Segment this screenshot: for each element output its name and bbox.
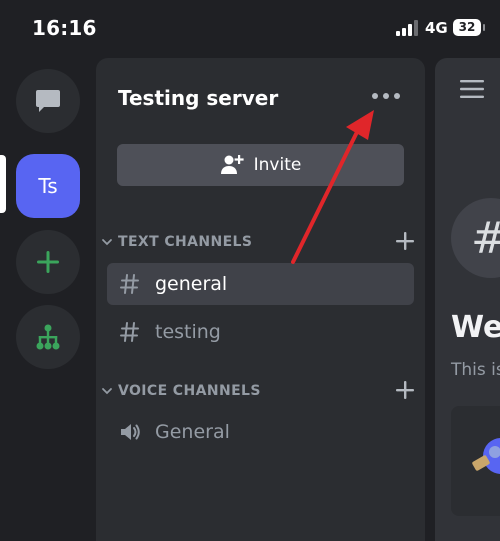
hashtag-icon [120, 322, 139, 342]
category-text-channels[interactable]: TEXT CHANNELS [100, 232, 420, 252]
category-voice-channels[interactable]: VOICE CHANNELS [100, 381, 420, 401]
category-label: TEXT CHANNELS [118, 234, 253, 250]
voice-channel-general[interactable]: General [107, 411, 414, 453]
status-bar: 16:16 4G 32 [0, 0, 500, 58]
plus-icon [37, 251, 59, 273]
welcome-card[interactable] [451, 406, 500, 516]
server-name[interactable]: Testing server [118, 86, 278, 110]
direct-messages-button[interactable] [16, 69, 80, 133]
category-label: VOICE CHANNELS [118, 383, 261, 399]
hierarchy-icon [36, 324, 60, 350]
explore-servers-button[interactable] [16, 305, 80, 369]
server-options-button[interactable] [372, 88, 400, 104]
menu-icon[interactable] [460, 80, 484, 98]
welcome-subtitle: This is your brand new, shiny server. [451, 360, 500, 380]
add-channel-icon[interactable] [394, 230, 416, 252]
server-icon-testing[interactable]: Ts [16, 154, 80, 218]
add-server-button[interactable] [16, 230, 80, 294]
add-person-icon [220, 155, 244, 174]
channel-testing[interactable]: testing [107, 311, 414, 353]
active-server-indicator [0, 155, 6, 213]
speaker-icon [121, 424, 140, 440]
channel-general[interactable]: general [107, 263, 414, 305]
network-type: 4G [425, 19, 448, 37]
server-initials: Ts [38, 174, 58, 198]
chat-bubble-icon [36, 90, 60, 112]
chevron-down-icon [102, 239, 112, 246]
main-chat-panel: # Welcome to This is your brand new, shi… [435, 58, 500, 541]
invite-label: Invite [253, 155, 302, 175]
status-time: 16:16 [32, 16, 97, 40]
channel-name: testing [155, 321, 221, 343]
chevron-down-icon [102, 388, 112, 395]
channel-name: general [155, 273, 228, 295]
ellipsis-icon [372, 93, 378, 99]
channel-name: General [155, 421, 230, 443]
signal-icon [396, 20, 418, 36]
invite-button[interactable]: Invite [117, 144, 404, 186]
welcome-hashtag-icon: # [451, 198, 500, 278]
welcome-title: Welcome to [451, 310, 500, 345]
add-channel-icon[interactable] [394, 379, 416, 401]
hashtag-icon [120, 274, 139, 294]
channel-panel: Testing server Invite TEXT CHANNELS gene… [96, 58, 425, 541]
battery-indicator: 32 [453, 19, 485, 36]
illustration-icon [472, 438, 500, 474]
